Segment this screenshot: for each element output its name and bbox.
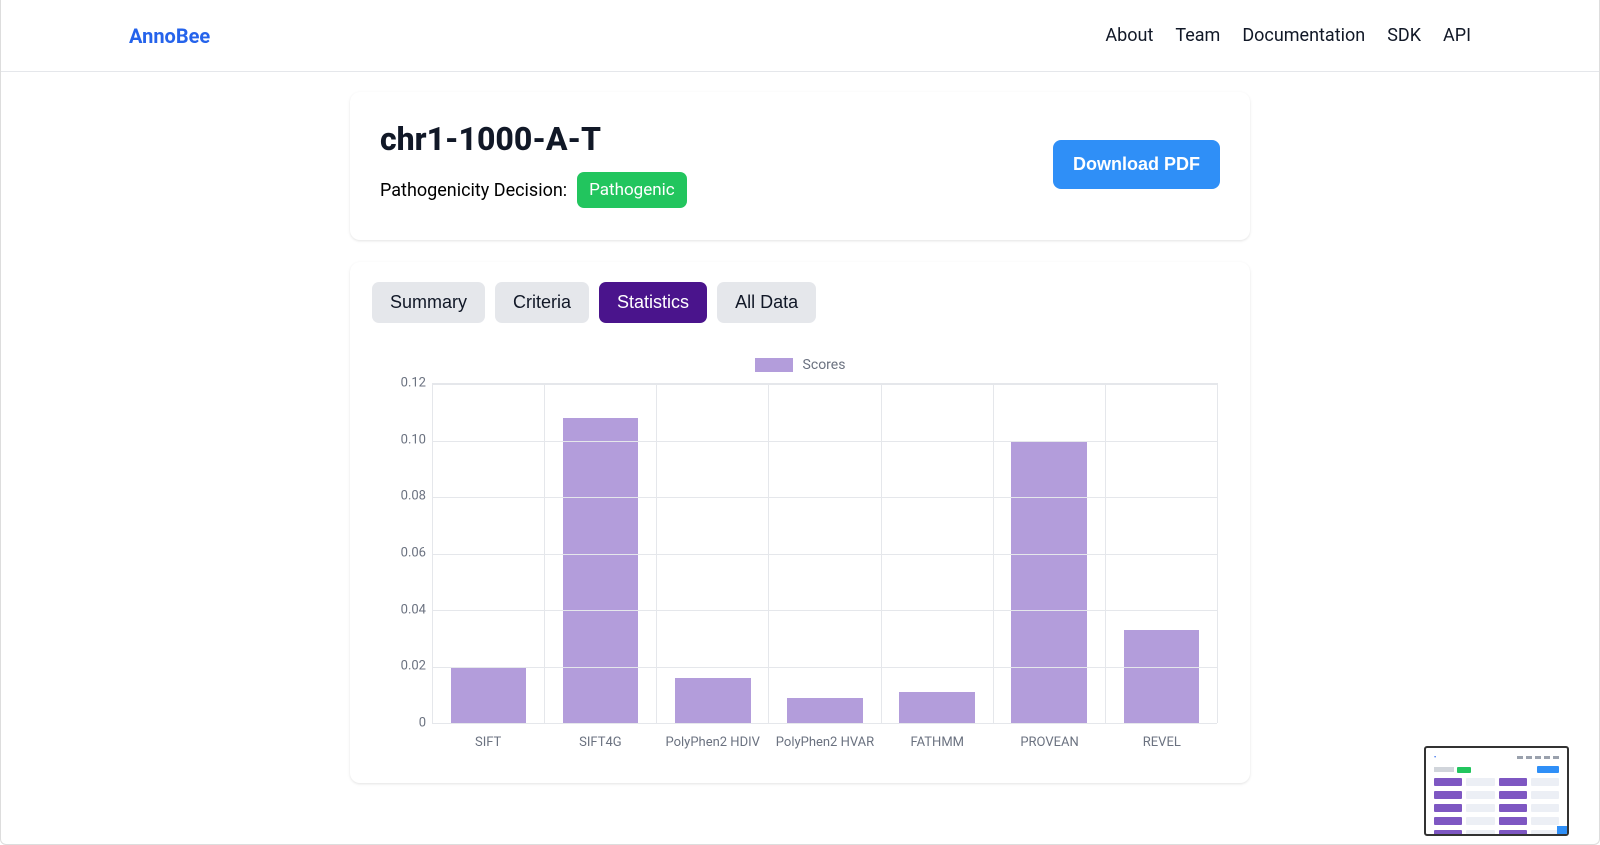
tab-all-data[interactable]: All Data xyxy=(717,282,816,323)
legend-label: Scores xyxy=(803,357,846,373)
nav-about[interactable]: About xyxy=(1105,25,1153,46)
chart-xaxis: SIFTSIFT4GPolyPhen2 HDIVPolyPhen2 HVARFA… xyxy=(432,729,1218,753)
chart-plot xyxy=(432,383,1218,723)
chart-xtick: REVEL xyxy=(1106,729,1218,753)
preview-thumbnail[interactable]: • xyxy=(1424,746,1569,836)
chart-gridline xyxy=(432,441,1217,442)
chart-bar xyxy=(563,418,639,723)
tab-criteria[interactable]: Criteria xyxy=(495,282,589,323)
title-block: chr1-1000-A-T Pathogenicity Decision: Pa… xyxy=(380,120,687,208)
download-pdf-button[interactable]: Download PDF xyxy=(1053,140,1220,189)
tab-statistics[interactable]: Statistics xyxy=(599,282,707,323)
chart-ytick: 0.06 xyxy=(376,546,426,561)
tab-summary[interactable]: Summary xyxy=(372,282,485,323)
chart-bar xyxy=(1011,441,1087,724)
chart-xtick: SIFT xyxy=(432,729,544,753)
nav: About Team Documentation SDK API xyxy=(1105,25,1471,46)
decision-line: Pathogenicity Decision: Pathogenic xyxy=(380,172,687,208)
chart-legend: Scores xyxy=(376,357,1224,373)
chart-xtick: PROVEAN xyxy=(993,729,1105,753)
summary-card: chr1-1000-A-T Pathogenicity Decision: Pa… xyxy=(350,92,1250,240)
legend-swatch xyxy=(755,358,793,372)
chart-ytick: 0.02 xyxy=(376,659,426,674)
chart-bar xyxy=(675,678,751,723)
chart-bar xyxy=(451,667,527,724)
chart-xtick: FATHMM xyxy=(881,729,993,753)
nav-sdk[interactable]: SDK xyxy=(1387,25,1421,46)
scores-bar-chart: SIFTSIFT4GPolyPhen2 HDIVPolyPhen2 HVARFA… xyxy=(376,383,1224,753)
chart-ytick: 0 xyxy=(376,716,426,731)
decision-badge: Pathogenic xyxy=(577,172,686,208)
chart-xtick: PolyPhen2 HDIV xyxy=(657,729,769,753)
chart-gridline xyxy=(432,723,1217,724)
chart-wrap: Scores SIFTSIFT4GPolyPhen2 HDIVPolyPhen2… xyxy=(370,357,1230,753)
chart-ytick: 0.08 xyxy=(376,489,426,504)
chart-xtick: SIFT4G xyxy=(544,729,656,753)
chart-gridline xyxy=(432,384,1217,385)
chart-gridline xyxy=(432,667,1217,668)
decision-label: Pathogenicity Decision: xyxy=(380,180,567,201)
chart-ytick: 0.10 xyxy=(376,432,426,447)
nav-team[interactable]: Team xyxy=(1175,25,1220,46)
content: chr1-1000-A-T Pathogenicity Decision: Pa… xyxy=(1,72,1599,844)
chart-bar xyxy=(1124,630,1200,723)
statistics-card: Summary Criteria Statistics All Data Sco… xyxy=(350,262,1250,783)
tabs: Summary Criteria Statistics All Data xyxy=(370,282,1230,323)
chart-ytick: 0.12 xyxy=(376,376,426,391)
chart-gridline xyxy=(432,497,1217,498)
nav-api[interactable]: API xyxy=(1443,25,1471,46)
chart-bar xyxy=(899,692,975,723)
header: AnnoBee About Team Documentation SDK API xyxy=(1,0,1599,72)
nav-documentation[interactable]: Documentation xyxy=(1242,25,1365,46)
chart-gridline xyxy=(432,554,1217,555)
chart-bar xyxy=(787,698,863,723)
chart-xtick: PolyPhen2 HVAR xyxy=(769,729,881,753)
page-title: chr1-1000-A-T xyxy=(380,120,687,158)
chart-ytick: 0.04 xyxy=(376,602,426,617)
brand[interactable]: AnnoBee xyxy=(129,24,210,48)
chart-gridline xyxy=(432,610,1217,611)
